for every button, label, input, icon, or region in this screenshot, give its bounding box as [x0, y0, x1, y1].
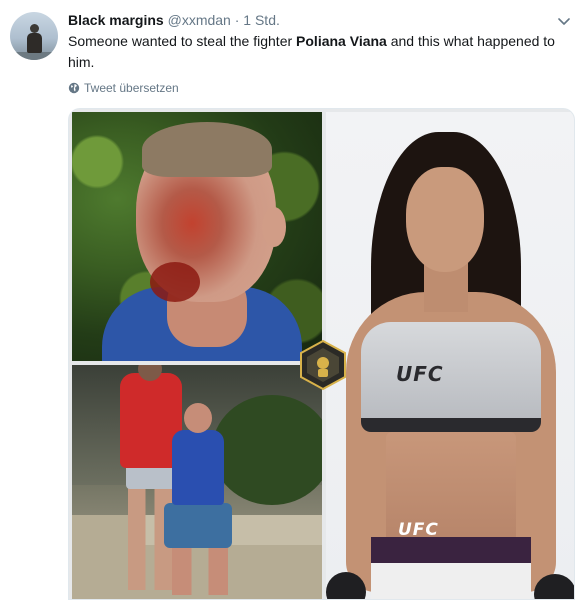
- author-handle[interactable]: @xxmdan: [168, 12, 231, 28]
- avatar-figure-body: [27, 33, 42, 53]
- hexagon-badge-icon: [300, 339, 346, 391]
- ufc-logo-shorts: UFC: [398, 520, 439, 540]
- shaved-hair: [142, 122, 272, 177]
- chevron-down-icon[interactable]: [556, 14, 572, 30]
- ear: [262, 207, 286, 247]
- author-name[interactable]: Black margins: [68, 12, 164, 28]
- blood-stain: [150, 262, 200, 302]
- sitting-man-blue-shirt: [172, 430, 224, 505]
- tweet-header: Black margins @xxmdan · 1 Std.: [68, 11, 280, 29]
- globe-icon: [68, 82, 80, 94]
- tweet-card[interactable]: Black margins @xxmdan · 1 Std. Someone w…: [0, 0, 582, 600]
- translate-label: Tweet übersetzen: [84, 81, 179, 95]
- sports-top: [361, 322, 541, 432]
- translate-tweet-link[interactable]: Tweet übersetzen: [68, 80, 179, 96]
- avatar-figure-head: [30, 24, 39, 33]
- sitting-man-head: [184, 403, 212, 433]
- photo-fighter-portrait[interactable]: UFC UFC: [326, 112, 574, 599]
- face: [406, 167, 484, 272]
- tweet-text-before: Someone wanted to steal the fighter: [68, 33, 297, 49]
- bush: [212, 395, 322, 505]
- ufc-logo-top: UFC: [396, 362, 444, 386]
- sitting-man-legs: [172, 545, 228, 595]
- media-grid[interactable]: UFC UFC: [68, 108, 575, 600]
- photo-injured-man[interactable]: [72, 112, 322, 361]
- fight-shorts: [371, 537, 531, 599]
- sitting-man-jeans: [164, 503, 232, 548]
- mention-poliana-viana: Poliana Viana: [296, 33, 387, 49]
- header-separator: ·: [234, 12, 240, 28]
- photo-street-scene[interactable]: [72, 365, 322, 599]
- avatar-ground: [10, 52, 58, 60]
- tweet-text: Someone wanted to steal the fighter Poli…: [68, 31, 568, 73]
- tweet-timestamp[interactable]: 1 Std.: [243, 12, 280, 28]
- avatar[interactable]: [10, 12, 58, 60]
